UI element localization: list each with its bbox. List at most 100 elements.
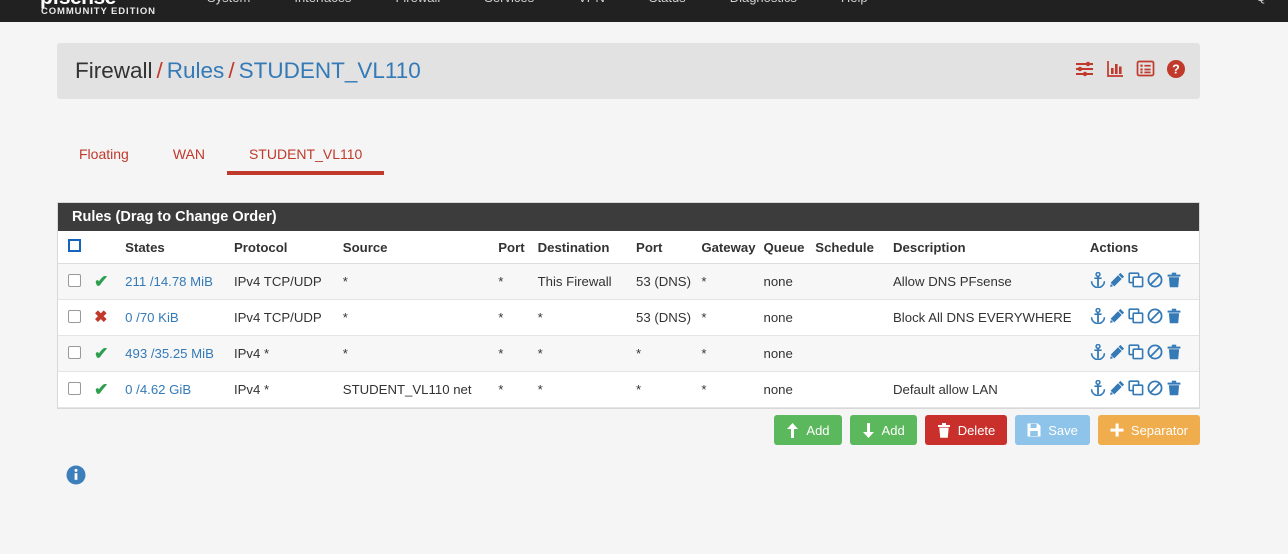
schedule-cell — [810, 263, 889, 300]
source-cell: * — [337, 263, 494, 300]
save-button[interactable]: Save — [1015, 415, 1090, 445]
nav-item-services[interactable]: Services — [462, 0, 556, 7]
source-cell: STUDENT_VL110 net — [337, 371, 494, 408]
dest-port-cell: * — [631, 371, 697, 408]
add-rule-bottom-button[interactable]: Add — [849, 415, 917, 445]
nav-item-interfaces[interactable]: Interfaces — [272, 0, 373, 7]
copy-icon[interactable] — [1128, 308, 1144, 327]
states-cell: 211 /14.78 MiB — [120, 263, 229, 300]
delete-icon[interactable] — [1166, 344, 1182, 363]
delete-icon[interactable] — [1166, 380, 1182, 399]
nav-item-help[interactable]: Help — [819, 0, 890, 7]
row-checkbox[interactable] — [68, 309, 81, 323]
delete-rules-label: Delete — [957, 422, 996, 438]
source-port-cell: * — [493, 371, 533, 408]
edit-icon[interactable] — [1109, 344, 1125, 363]
actions-cell — [1084, 371, 1199, 408]
breadcrumb-separator-1: / — [156, 57, 163, 83]
edit-icon[interactable] — [1109, 380, 1125, 399]
disable-icon[interactable] — [1147, 380, 1163, 399]
pass-icon: ✔ — [94, 272, 109, 291]
dest-port-cell: 53 (DNS) — [631, 263, 697, 300]
table-row[interactable]: ✔ 0 /4.62 GiB IPv4 * STUDENT_VL110 net * * * * n… — [58, 371, 1199, 408]
actions-header: Actions — [1084, 231, 1199, 264]
list-icon[interactable] — [1136, 59, 1155, 83]
row-select-cell — [58, 263, 90, 300]
schedule-cell — [810, 371, 889, 408]
breadcrumb-current-interface[interactable]: STUDENT_VL110 — [239, 59, 421, 83]
tab-student-vl110[interactable]: STUDENT_VL110 — [226, 137, 385, 175]
edit-icon[interactable] — [1109, 308, 1125, 327]
states-link[interactable]: 0 /70 KiB — [125, 310, 179, 325]
anchor-icon[interactable] — [1090, 271, 1106, 291]
gateway-header: Gateway — [696, 231, 759, 264]
row-checkbox[interactable] — [68, 345, 81, 359]
delete-icon[interactable] — [1166, 308, 1182, 327]
add-separator-button[interactable]: Separator — [1097, 415, 1200, 445]
help-icon[interactable]: ? — [1166, 59, 1186, 84]
states-cell: 0 /70 KiB — [120, 299, 229, 336]
rules-table-body: ✔ 211 /14.78 MiB IPv4 TCP/UDP * * This Firewa… — [58, 263, 1199, 408]
states-link[interactable]: 493 /35.25 MiB — [125, 346, 214, 361]
states-header: States — [120, 231, 229, 264]
delete-icon[interactable] — [1166, 272, 1182, 291]
add-rule-top-button[interactable]: Add — [774, 415, 842, 445]
gateway-cell: * — [696, 299, 759, 336]
breadcrumb-separator-2: / — [228, 57, 235, 83]
row-checkbox[interactable] — [68, 273, 81, 287]
rules-table: States Protocol Source Port Destination … — [58, 231, 1199, 408]
action-header — [89, 231, 121, 264]
info-icon[interactable] — [66, 465, 86, 490]
svg-text:?: ? — [1172, 62, 1180, 76]
states-link[interactable]: 0 /4.62 GiB — [125, 382, 191, 397]
nav-item-firewall[interactable]: Firewall — [373, 0, 462, 7]
table-row[interactable]: ✔ 493 /35.25 MiB IPv4 * * * * * * none — [58, 335, 1199, 372]
search-icon[interactable]: Q — [1256, 0, 1266, 4]
gateway-cell: * — [696, 335, 759, 372]
edit-icon[interactable] — [1109, 272, 1125, 291]
actions-cell — [1084, 263, 1199, 300]
dest-port-cell: * — [631, 335, 697, 372]
description-cell: Default allow LAN — [888, 371, 1085, 408]
disable-icon[interactable] — [1147, 308, 1163, 327]
anchor-icon[interactable] — [1090, 343, 1106, 363]
queue-header: Queue — [758, 231, 811, 264]
delete-rules-button[interactable]: Delete — [924, 415, 1008, 445]
nav-item-system[interactable]: System — [185, 0, 272, 7]
table-row[interactable]: ✔ 211 /14.78 MiB IPv4 TCP/UDP * * This Firewa… — [58, 263, 1199, 300]
actions-cell — [1084, 299, 1199, 336]
disable-icon[interactable] — [1147, 344, 1163, 363]
select-all-checkbox[interactable] — [68, 239, 81, 252]
protocol-cell: IPv4 TCP/UDP — [228, 263, 338, 300]
tab-floating[interactable]: Floating — [57, 137, 151, 175]
brand-subtitle: COMMUNITY EDITION — [41, 6, 156, 17]
sliders-icon[interactable] — [1074, 59, 1095, 83]
schedule-cell — [810, 335, 889, 372]
tab-wan[interactable]: WAN — [151, 137, 227, 175]
nav-item-status[interactable]: Status — [627, 0, 708, 7]
states-link[interactable]: 211 /14.78 MiB — [125, 274, 213, 289]
rule-action-cell: ✔ — [89, 371, 121, 408]
table-row[interactable]: ✖ 0 /70 KiB IPv4 TCP/UDP * * * 53 (DNS) * none Bl… — [58, 299, 1199, 336]
nav-item-diagnostics[interactable]: Diagnostics — [708, 0, 819, 7]
arrow-up-icon — [786, 422, 799, 438]
row-checkbox[interactable] — [68, 381, 81, 395]
copy-icon[interactable] — [1128, 344, 1144, 363]
source-header: Source — [337, 231, 494, 264]
anchor-icon[interactable] — [1090, 379, 1106, 399]
pass-icon: ✔ — [94, 380, 109, 399]
breadcrumb-link-rules[interactable]: Rules — [167, 59, 225, 83]
source-port-cell: * — [493, 335, 533, 372]
copy-icon[interactable] — [1128, 272, 1144, 291]
disable-icon[interactable] — [1147, 272, 1163, 291]
destination-cell: This Firewall — [532, 263, 632, 300]
protocol-header: Protocol — [228, 231, 338, 264]
save-icon — [1027, 423, 1041, 437]
rules-panel: Rules (Drag to Change Order) States Prot… — [57, 202, 1200, 409]
bar-chart-icon[interactable] — [1106, 59, 1125, 83]
queue-cell: none — [758, 371, 811, 408]
destination-header: Destination — [532, 231, 632, 264]
nav-item-vpn[interactable]: VPN — [556, 0, 627, 7]
copy-icon[interactable] — [1128, 380, 1144, 399]
anchor-icon[interactable] — [1090, 307, 1106, 327]
